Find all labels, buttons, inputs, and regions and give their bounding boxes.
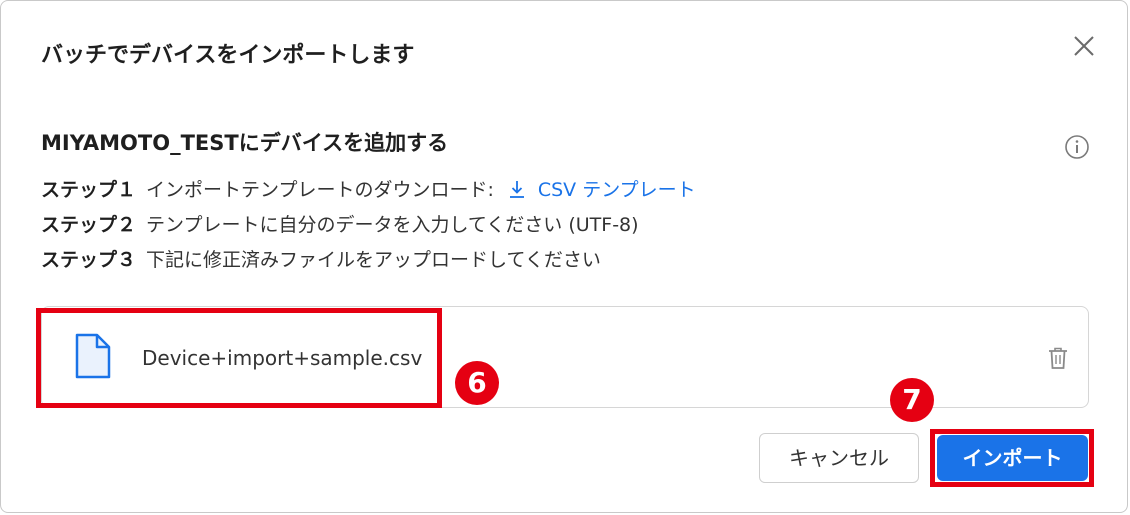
section-title: MIYAMOTO_TESTにデバイスを追加する [41, 131, 449, 155]
step-2: ステップ２ テンプレートに自分のデータを入力してください (UTF-8) [41, 210, 639, 237]
step-marker-7: 7 [890, 378, 934, 422]
import-highlight-box [930, 429, 1094, 487]
step-2-text: テンプレートに自分のデータを入力してください (UTF-8) [146, 214, 639, 236]
cancel-button[interactable]: キャンセル [759, 433, 919, 483]
info-icon[interactable] [1064, 134, 1090, 160]
step-3-text: 下記に修正済みファイルをアップロードしてください [146, 249, 601, 271]
import-dialog: バッチでデバイスをインポートします MIYAMOTO_TESTにデバイスを追加す… [0, 0, 1128, 513]
csv-template-link[interactable]: CSV テンプレート [508, 179, 696, 201]
trash-icon[interactable] [1047, 346, 1069, 370]
csv-template-link-label: CSV テンプレート [537, 179, 696, 201]
close-icon[interactable] [1069, 31, 1099, 61]
step-3-label: ステップ３ [41, 249, 137, 271]
step-1-text: インポートテンプレートのダウンロード: [146, 179, 494, 201]
file-highlight-box [36, 308, 442, 408]
dialog-title: バッチでデバイスをインポートします [41, 43, 415, 68]
step-2-label: ステップ２ [41, 214, 137, 236]
step-1-label: ステップ１ [41, 179, 137, 201]
step-1: ステップ１ インポートテンプレートのダウンロード: CSV テンプレート [41, 175, 696, 202]
download-icon [509, 181, 524, 198]
step-3: ステップ３ 下記に修正済みファイルをアップロードしてください [41, 245, 601, 272]
step-marker-6: 6 [455, 361, 499, 405]
